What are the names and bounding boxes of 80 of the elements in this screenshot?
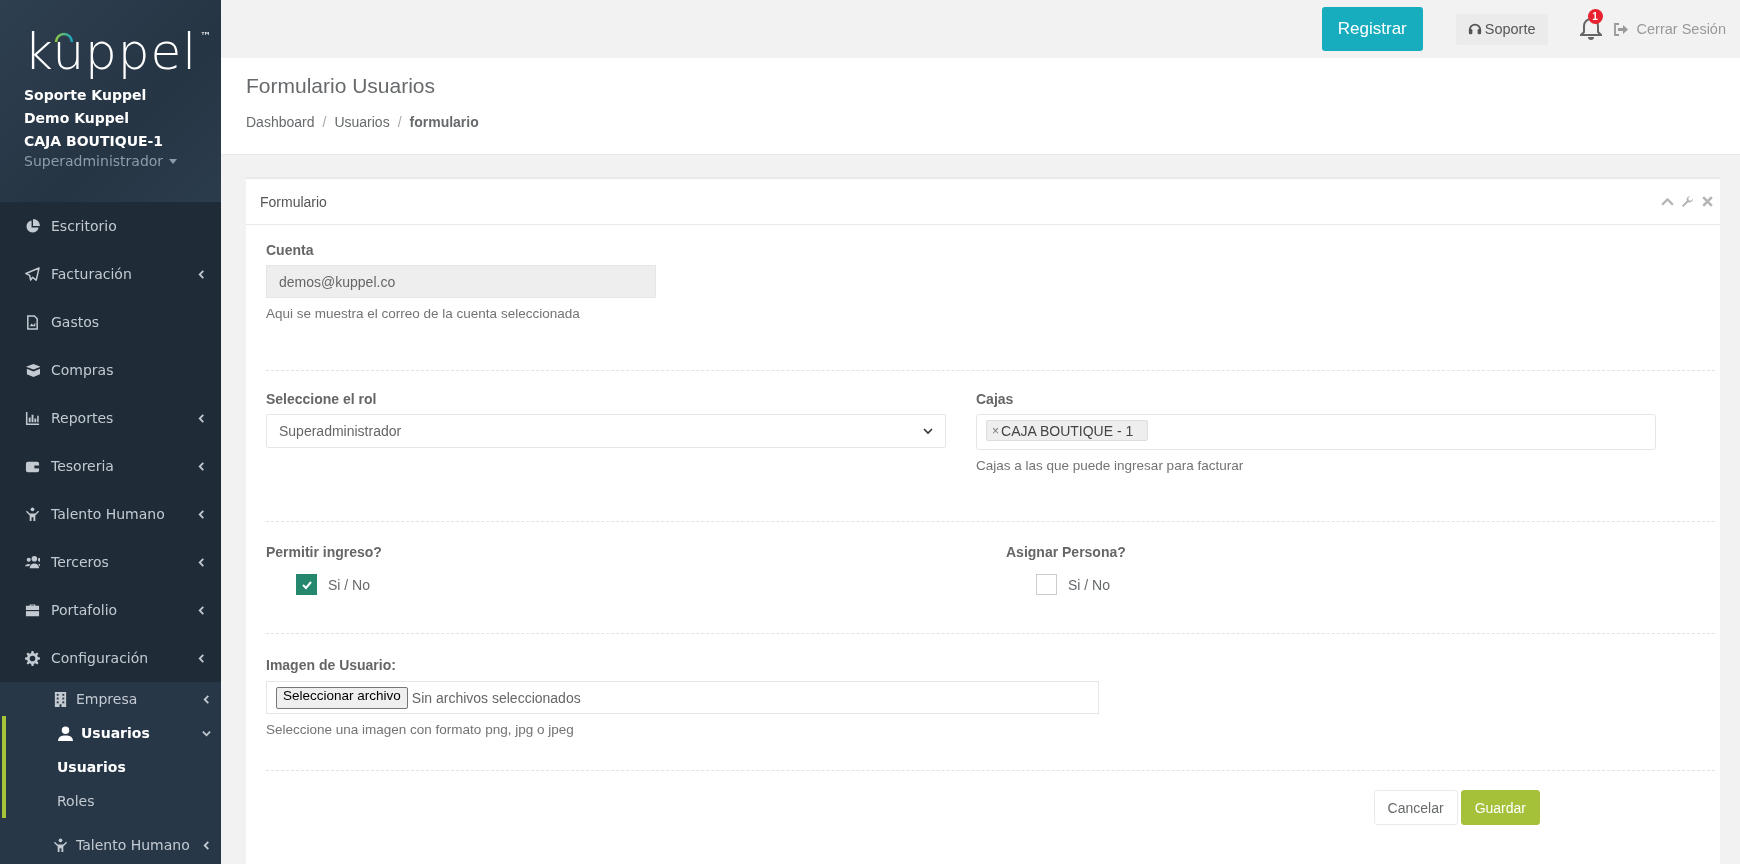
sidebar-link[interactable]: Roles xyxy=(6,784,221,818)
field-label: Cajas xyxy=(976,390,1015,408)
field-label: Seleccione el rol xyxy=(266,390,378,408)
account-info: Demo Kuppel xyxy=(24,109,131,128)
sidebar-subitem[interactable]: Empresa xyxy=(0,682,221,716)
help-text: Aqui se muestra el correo de la cuenta seleccionada xyxy=(266,305,581,323)
sidebar-item[interactable]: Tesoreria xyxy=(0,442,221,490)
menu-icon xyxy=(25,602,40,618)
checkbox[interactable] xyxy=(296,574,317,595)
menu-icon xyxy=(25,362,40,378)
menu-icon xyxy=(25,650,40,666)
file-status: Sin archivos seleccionados xyxy=(411,689,581,706)
chevron-left-icon xyxy=(197,605,206,615)
checkbox-label: Si / No xyxy=(1068,576,1110,593)
collapse-icon[interactable] xyxy=(1661,195,1674,208)
menu-icon xyxy=(53,691,68,707)
help-text: Seleccione una imagen con formato png, jpg o jpeg xyxy=(266,721,575,739)
checkbox-label: Si / No xyxy=(328,576,370,593)
menu-icon xyxy=(58,725,73,741)
chevron-left-icon xyxy=(197,509,206,519)
field-label: Permitir ingreso? xyxy=(266,543,383,561)
chevron-left-icon xyxy=(197,653,206,663)
help-text: Cajas a las que puede ingresar para facturar xyxy=(976,457,1245,475)
tag-label: CAJA BOUTIQUE - 1 xyxy=(1001,422,1134,439)
field-label: Imagen de Usuario: xyxy=(266,656,397,674)
notification-badge: 1 xyxy=(1587,9,1603,24)
sidebar-item[interactable]: Gastos xyxy=(0,298,221,346)
chevron-left-icon xyxy=(202,840,211,850)
checkbox[interactable] xyxy=(1036,574,1057,595)
breadcrumb-separator: / xyxy=(397,114,402,130)
page-title: Formulario Usuarios xyxy=(246,73,437,99)
sidebar-item[interactable]: Talento Humano xyxy=(0,490,221,538)
sidebar-item[interactable]: Escritorio xyxy=(0,202,221,250)
sidebar-item[interactable]: Reportes xyxy=(0,394,221,442)
role-select[interactable]: Superadministrador xyxy=(266,414,946,448)
sidebar-item[interactable]: Terceros xyxy=(0,538,221,586)
close-icon[interactable] xyxy=(1701,195,1714,208)
account-field: demos@kuppel.co xyxy=(266,265,656,298)
menu-icon xyxy=(25,554,40,570)
sidebar-item[interactable]: Compras xyxy=(0,346,221,394)
remove-tag-button[interactable]: × xyxy=(992,423,999,438)
breadcrumb-link[interactable]: Usuarios xyxy=(334,114,390,130)
field-label: Asignar Persona? xyxy=(1006,543,1127,561)
menu-icon xyxy=(25,410,40,426)
headset-icon xyxy=(1467,22,1482,36)
breadcrumb-current: formulario xyxy=(409,114,479,130)
menu-icon xyxy=(53,837,68,853)
chevron-left-icon xyxy=(197,413,206,423)
menu-icon xyxy=(25,314,40,330)
sidebar-link[interactable]: Usuarios xyxy=(2,750,221,784)
sidebar-item[interactable]: Portafolio xyxy=(0,586,221,634)
logo: kuppel™ xyxy=(24,22,212,82)
sidebar-item[interactable]: Facturación xyxy=(0,250,221,298)
sidebar-subitem[interactable]: Usuarios xyxy=(6,716,221,750)
sign-out-icon xyxy=(1613,22,1628,36)
account-info: Soporte Kuppel xyxy=(24,86,148,105)
chevron-left-icon xyxy=(202,694,211,704)
sidebar-item[interactable]: Configuración xyxy=(0,634,221,682)
file-input[interactable]: Seleccionar archivo Sin archivos seleccionados xyxy=(266,681,1099,714)
role-dropdown[interactable]: Superadministrador xyxy=(24,151,178,171)
menu-icon xyxy=(25,506,40,522)
menu-icon xyxy=(25,218,40,234)
account-info: CAJA BOUTIQUE-1 xyxy=(24,132,165,151)
tag-input[interactable]: ×CAJA BOUTIQUE - 1 xyxy=(976,414,1656,450)
choose-file-button[interactable]: Seleccionar archivo xyxy=(276,686,408,709)
breadcrumb-link[interactable]: Dashboard xyxy=(246,114,315,130)
chevron-down-icon xyxy=(202,728,211,738)
chevron-down-icon xyxy=(923,426,933,436)
sidebar-subitem[interactable]: Talento Humano xyxy=(0,828,221,862)
menu-icon xyxy=(25,266,40,282)
breadcrumb-separator: / xyxy=(322,114,327,130)
support-button[interactable]: Soporte xyxy=(1455,13,1548,45)
chevron-left-icon xyxy=(197,461,206,471)
chevron-left-icon xyxy=(197,269,206,279)
panel-title: Formulario xyxy=(260,193,328,210)
field-label: Cuenta xyxy=(266,241,315,259)
caret-icon xyxy=(169,158,178,164)
cancel-button[interactable]: Cancelar xyxy=(1373,790,1458,825)
wrench-icon[interactable] xyxy=(1681,195,1694,208)
chevron-left-icon xyxy=(197,557,206,567)
